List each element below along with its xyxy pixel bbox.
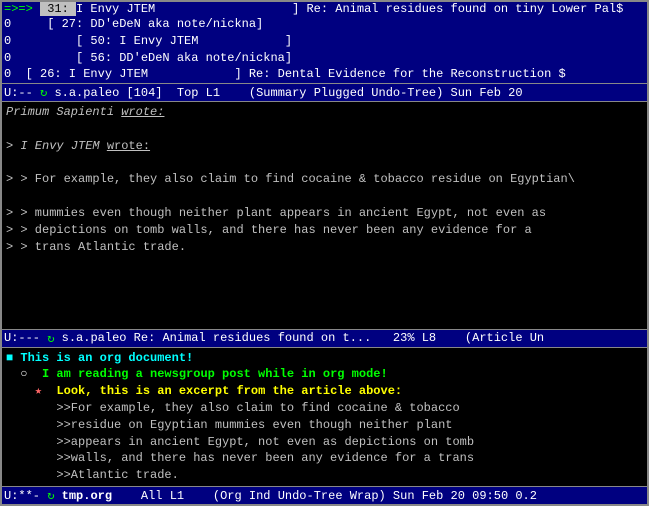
org-star-prefix: ★: [6, 384, 49, 398]
divider-bar-1: U:-- ↻ s.a.paleo [104] Top L1 (Summary P…: [2, 83, 647, 102]
thread-item-3[interactable]: 0 [ 56: DD'eDeN aka note/nickna]: [2, 50, 647, 67]
thread-item-4[interactable]: 0 [ 26: I Envy JTEM ] Re: Dental Evidenc…: [2, 66, 647, 83]
org-item-circle: ○ I am reading a newsgroup post while in…: [6, 366, 643, 383]
quote-line-4: > > depictions on tomb walls, and there …: [6, 222, 643, 239]
path-info-1: s.a.paleo [104] Top L1 (Summary Plugged …: [54, 86, 522, 100]
thread-item-2[interactable]: 0 [ 50: I Envy JTEM ]: [2, 33, 647, 50]
mode-indicator-2: U:---: [4, 331, 47, 345]
org-excerpt-label: Look, this is an excerpt from the articl…: [56, 384, 402, 398]
mode-indicator-1: U:--: [4, 86, 40, 100]
path-info-2: s.a.paleo Re: Animal residues found on t…: [62, 331, 544, 345]
org-title-line: ■ This is an org document!: [6, 350, 643, 367]
cursor-pos: 31:: [40, 2, 76, 16]
thread-item-1[interactable]: 0 [ 27: DD'eDeN aka note/nickna]: [2, 16, 647, 33]
quote-line-5: > > trans Atlantic trade.: [6, 239, 643, 256]
sync-icon-2: ↻: [47, 331, 61, 346]
org-item-star-line: ★ Look, this is an excerpt from the arti…: [6, 383, 643, 400]
bottom-status-bar: U:**- ↻ tmp.org All L1 (Org Ind Undo-Tre…: [2, 486, 647, 504]
top-arrow: =>: [18, 2, 40, 16]
thread-prefix: 0 [ 50: I Envy JTEM ]: [4, 34, 292, 48]
sync-icon-1: ↻: [40, 85, 54, 100]
org-circle-prefix: ○: [6, 367, 35, 381]
org-excerpt-5: >>Atlantic trade.: [6, 467, 643, 484]
inner-wrote: wrote:: [107, 139, 150, 153]
message-pane: Primum Sapienti wrote: > I Envy JTEM wro…: [2, 102, 647, 328]
divider-bar-2: U:--- ↻ s.a.paleo Re: Animal residues fo…: [2, 329, 647, 348]
thread-prefix: 0 [ 27: DD'eDeN aka note/nickna]: [4, 17, 263, 31]
org-excerpt-4: >>walls, and there has never been any ev…: [6, 450, 643, 467]
org-pane: ■ This is an org document! ○ I am readin…: [2, 348, 647, 486]
org-excerpt-2: >>residue on Egyptian mummies even thoug…: [6, 417, 643, 434]
message-header: Primum Sapienti wrote:: [6, 104, 643, 121]
top-thread-subject: I Envy JTEM ] Re: Animal residues found …: [76, 2, 623, 16]
bottom-filename: tmp.org: [62, 489, 112, 503]
inner-author: I Envy JTEM: [20, 139, 99, 153]
org-excerpt-1: >>For example, they also claim to find c…: [6, 400, 643, 417]
blank-2: [6, 155, 643, 172]
quote-line-3: > > mummies even though neither plant ap…: [6, 205, 643, 222]
blank-3: [6, 188, 643, 205]
bottom-mode: U:**-: [4, 489, 47, 503]
from-name: Primum Sapienti: [6, 105, 114, 119]
blank-1: [6, 121, 643, 138]
bottom-level: All L1 (Org Ind Undo-Tree Wrap) Sun Feb …: [112, 489, 537, 503]
bottom-sync-icon: ↻: [47, 488, 61, 503]
terminal: => => 31: I Envy JTEM ] Re: Animal resid…: [0, 0, 649, 506]
quote-line-2: > > For example, they also claim to find…: [6, 171, 643, 188]
arrow-icon: =>: [4, 2, 18, 16]
thread-prefix: 0 [ 26: I Envy JTEM ] Re: Dental Evidenc…: [4, 67, 566, 81]
wrote-label: wrote:: [121, 105, 164, 119]
top-status-bar: => => 31: I Envy JTEM ] Re: Animal resid…: [2, 2, 647, 16]
org-excerpt-3: >>appears in ancient Egypt, not even as …: [6, 434, 643, 451]
thread-prefix: 0 [ 56: DD'eDeN aka note/nickna]: [4, 51, 292, 65]
org-circle-text: I am reading a newsgroup post while in o…: [42, 367, 388, 381]
thread-list: 0 [ 27: DD'eDeN aka note/nickna] 0 [ 50:…: [2, 16, 647, 83]
quote-line-1: > I Envy JTEM wrote:: [6, 138, 643, 155]
org-title: ■ This is an org document!: [6, 351, 193, 365]
